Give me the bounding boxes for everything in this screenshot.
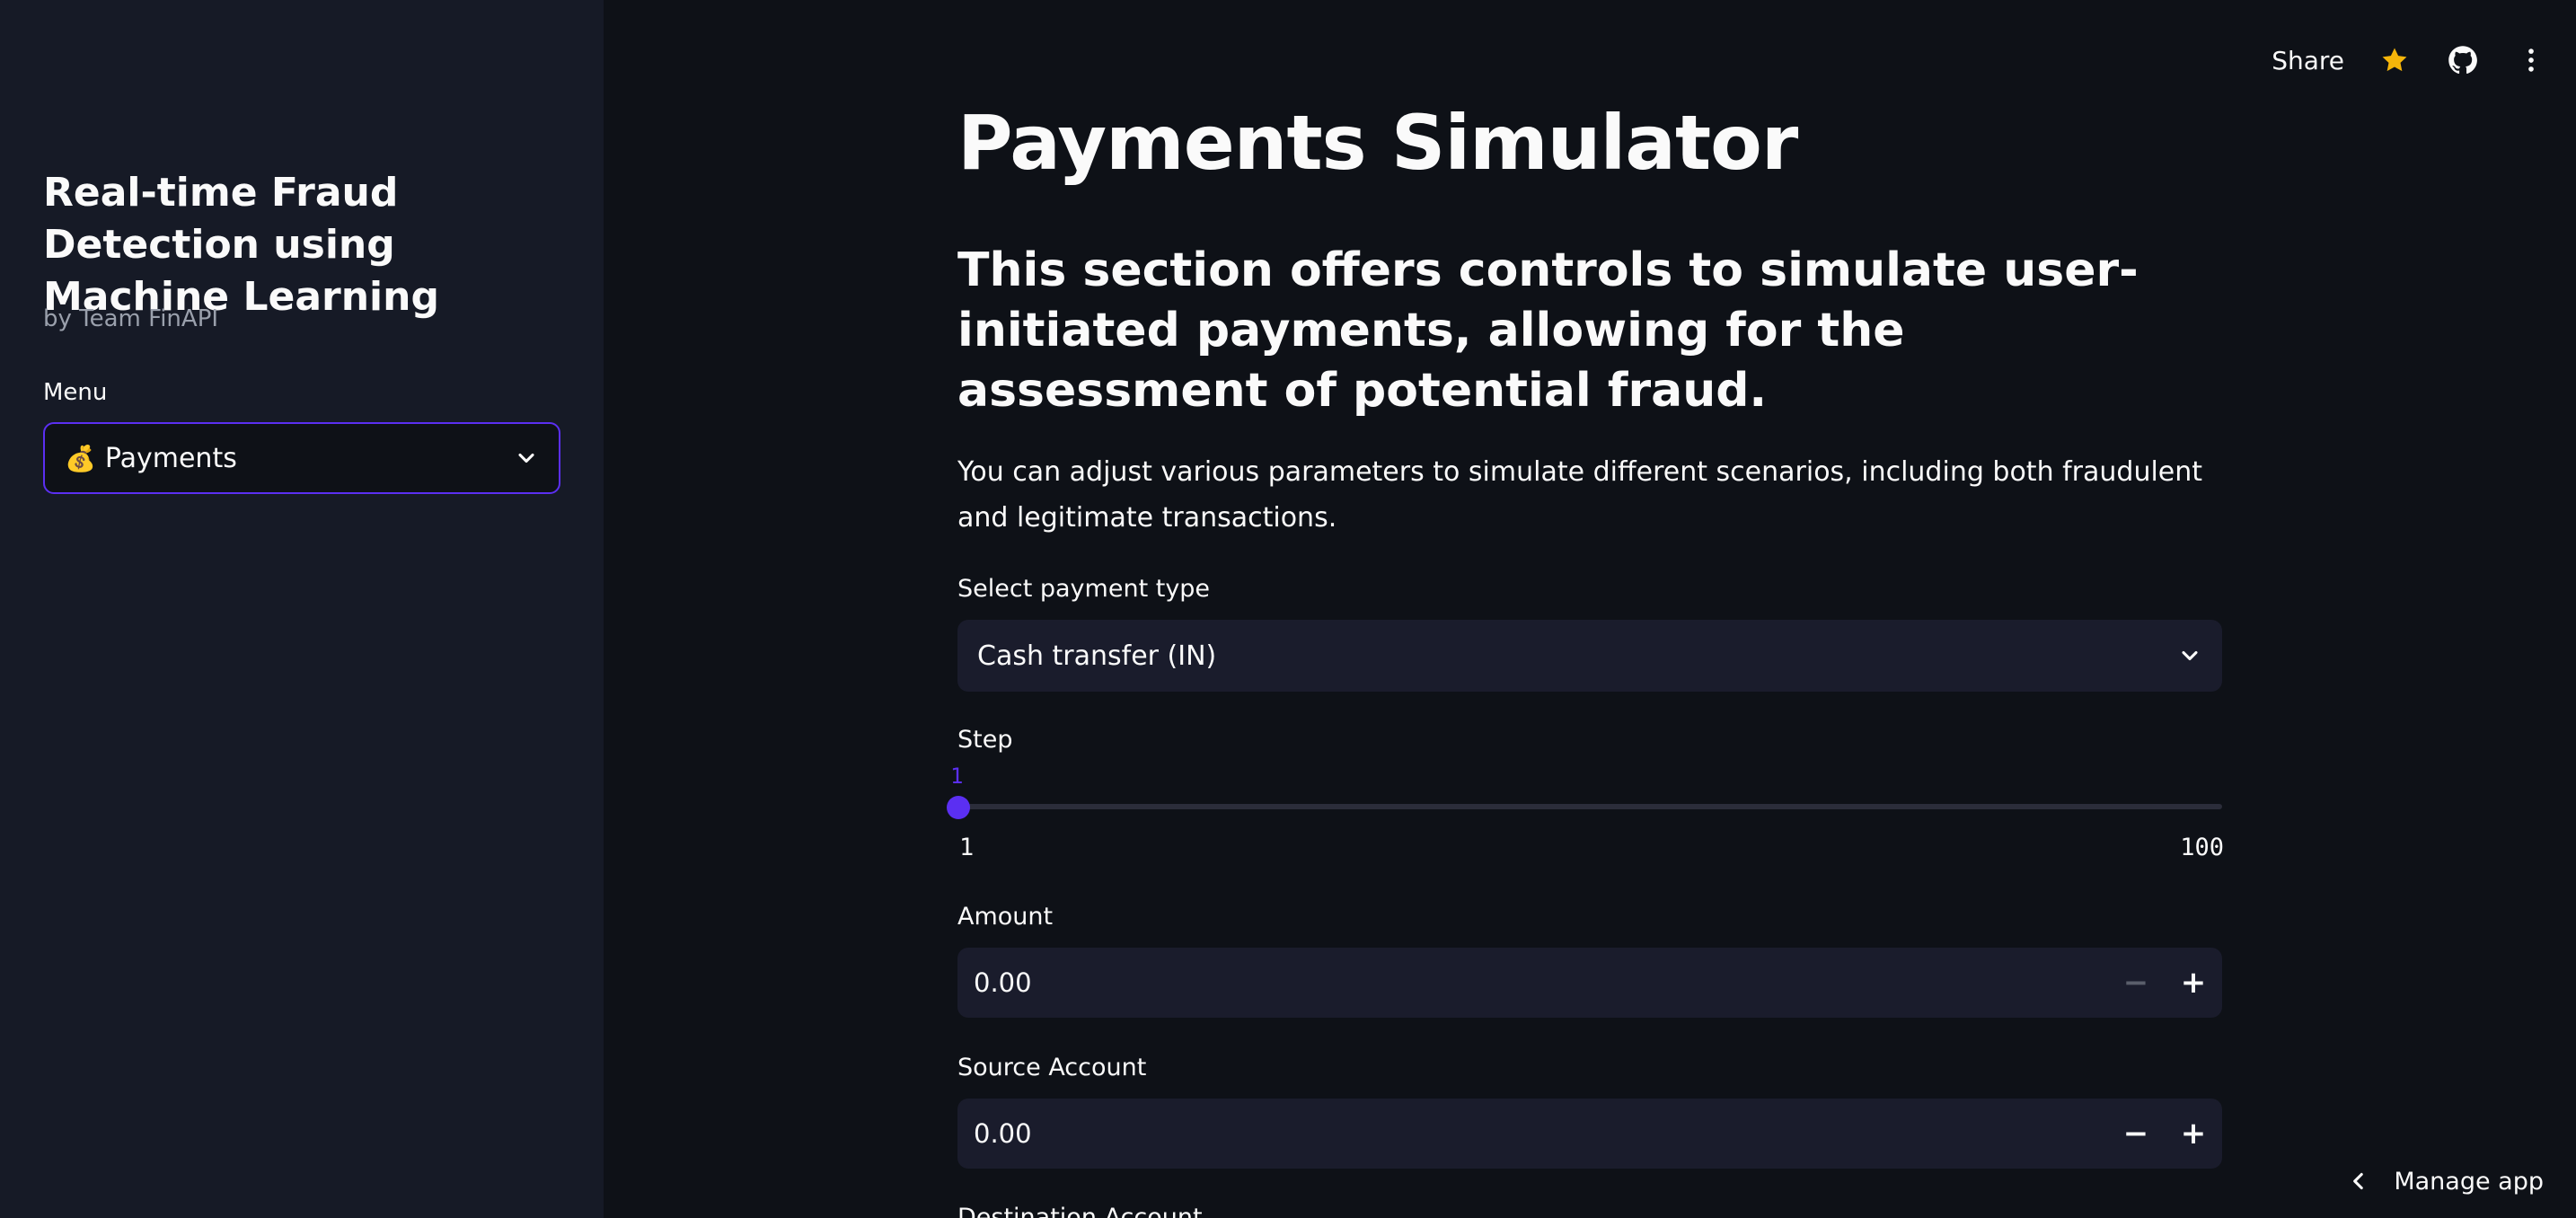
step-label: Step — [957, 726, 1013, 754]
step-slider-min: 1 — [959, 834, 975, 861]
step-slider-thumb[interactable] — [947, 796, 970, 819]
amount-number-input: − + — [957, 948, 2222, 1018]
chevron-down-icon — [518, 453, 534, 463]
chevron-down-icon — [2182, 650, 2198, 661]
description-text: You can adjust various parameters to sim… — [957, 456, 2203, 534]
amount-label: Amount — [957, 903, 1054, 931]
sidebar-title: Real-time Fraud Detection using Machine … — [43, 170, 439, 320]
github-icon[interactable] — [2445, 42, 2481, 78]
share-button[interactable]: Share — [2272, 46, 2344, 75]
payment-type-select[interactable]: Cash transfer (IN) — [957, 620, 2222, 692]
payment-type-value: Cash transfer (IN) — [977, 640, 1217, 672]
source-account-label: Source Account — [957, 1054, 1147, 1081]
chevron-left-icon — [2353, 1172, 2364, 1190]
menu-label: Menu — [43, 379, 108, 406]
menu-select-value: Payments — [104, 442, 237, 474]
menu-select[interactable]: 💰 Payments — [43, 422, 560, 494]
source-account-decrement-button[interactable]: − — [2107, 1099, 2165, 1169]
step-slider-max: 100 — [2180, 834, 2224, 861]
sidebar-byline: by Team FinAPI — [43, 305, 219, 332]
source-account-increment-button[interactable]: + — [2165, 1099, 2222, 1169]
sidebar: Real-time Fraud Detection using Machine … — [0, 0, 604, 1218]
manage-app-button[interactable]: Manage app — [2347, 1157, 2544, 1205]
source-account-number-input: − + — [957, 1099, 2222, 1169]
page-title: Payments Simulator — [957, 99, 1798, 187]
source-account-input[interactable] — [957, 1099, 2107, 1169]
money-bag-icon: 💰 — [65, 443, 96, 473]
step-slider-track[interactable] — [957, 804, 2222, 809]
manage-app-label: Manage app — [2394, 1167, 2544, 1196]
amount-input[interactable] — [957, 948, 2107, 1018]
app-root: Real-time Fraud Detection using Machine … — [0, 0, 2576, 1218]
top-toolbar: Share — [2272, 36, 2549, 84]
section-subheader: This section offers controls to simulate… — [957, 243, 2139, 418]
amount-increment-button[interactable]: + — [2165, 948, 2222, 1018]
payment-type-label: Select payment type — [957, 575, 1211, 603]
more-vertical-icon[interactable] — [2513, 42, 2549, 78]
destination-account-label: Destination Account — [957, 1204, 1203, 1218]
step-slider-value: 1 — [950, 763, 964, 789]
amount-decrement-button[interactable]: − — [2107, 948, 2165, 1018]
star-icon[interactable] — [2377, 42, 2413, 78]
